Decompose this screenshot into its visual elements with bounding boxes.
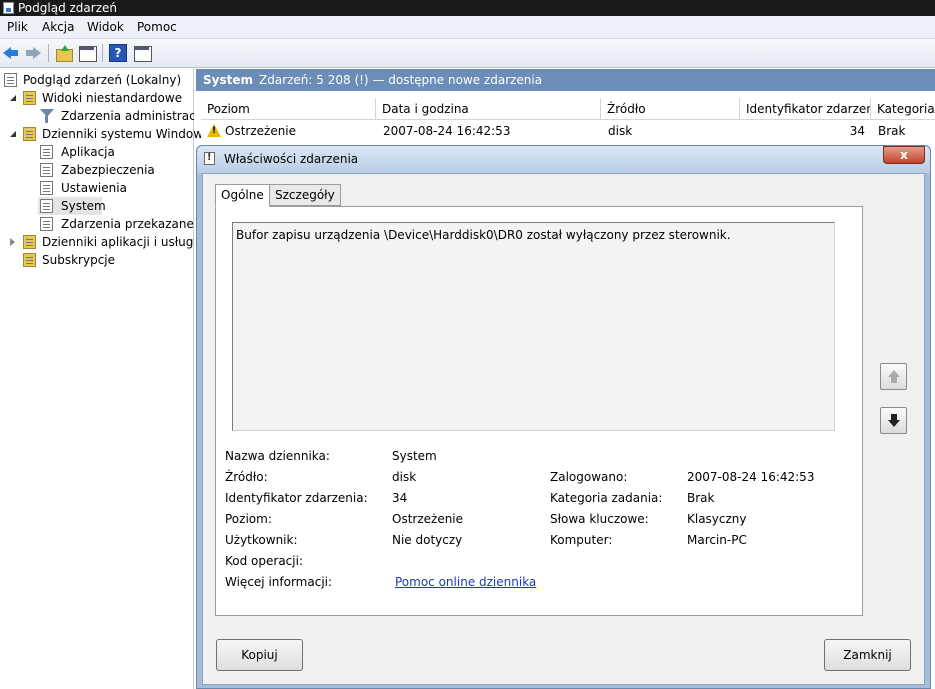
toolbar-separator xyxy=(102,44,103,62)
row-source: disk xyxy=(608,124,633,138)
previous-event-button[interactable] xyxy=(880,363,907,390)
expanded-arrow-icon[interactable] xyxy=(10,95,16,101)
tab-general[interactable]: Ogólne xyxy=(215,184,270,207)
subscriptions-icon xyxy=(23,253,36,267)
row-date: 2007-08-24 16:42:53 xyxy=(383,124,511,138)
table-row[interactable]: Ostrzeżenie 2007-08-24 16:42:53 disk 34 … xyxy=(201,121,935,141)
computer-value: Marcin-PC xyxy=(687,533,747,547)
level-label: Poziom: xyxy=(225,512,272,526)
menu-view[interactable]: Widok xyxy=(87,20,124,34)
tree-item-label: Zdarzenia administracyjne xyxy=(61,109,194,123)
tree-item-app-services-logs[interactable]: Dzienniki aplikacji i usług xyxy=(10,233,194,251)
event-description[interactable]: Bufor zapisu urządzenia \Device\Harddisk… xyxy=(232,222,835,431)
tree-item-system[interactable]: System xyxy=(38,197,106,215)
dialog-title-bar: Właściwości zdarzenia x xyxy=(197,146,930,173)
menu-action[interactable]: Akcja xyxy=(42,20,74,34)
column-header-source[interactable]: Źródło xyxy=(601,98,740,120)
column-header-task-category[interactable]: Kategoria zadania xyxy=(871,98,935,120)
menu-bar: Plik Akcja Widok Pomoc xyxy=(0,16,935,39)
log-event-count: Zdarzeń: 5 208 (!) — dostępne nowe zdarz… xyxy=(259,73,543,87)
tree-item-label: Subskrypcje xyxy=(42,253,116,267)
log-icon xyxy=(40,181,53,195)
online-help-link[interactable]: Pomoc online dziennika xyxy=(395,575,536,589)
close-button[interactable]: Zamknij xyxy=(824,639,911,671)
tree-item-windows-logs[interactable]: Dzienniki systemu Windows xyxy=(10,125,209,143)
event-id-label: Identyfikator zdarzenia: xyxy=(225,491,368,505)
navigation-tree: Podgląd zdarzeń (Lokalny) Widoki niestan… xyxy=(0,69,209,689)
tree-item-label: System xyxy=(61,199,106,213)
log-icon xyxy=(40,217,53,231)
user-value: Nie dotyczy xyxy=(392,533,463,547)
toolbar: ? xyxy=(0,39,935,68)
level-value: Ostrzeżenie xyxy=(392,512,464,526)
help-icon[interactable]: ? xyxy=(109,44,127,62)
dialog-title: Właściwości zdarzenia xyxy=(224,152,359,166)
show-hide-tree-icon[interactable] xyxy=(78,44,97,62)
event-properties-dialog: Właściwości zdarzenia x Ogólne Szczegóły… xyxy=(196,145,931,689)
collapsed-arrow-icon[interactable] xyxy=(10,238,15,246)
column-header-level[interactable]: Poziom xyxy=(201,98,376,120)
tree-item-label: Dzienniki aplikacji i usług xyxy=(42,235,194,249)
log-name-value: System xyxy=(392,449,437,463)
column-header-date[interactable]: Data i godzina xyxy=(376,98,601,120)
filter-icon xyxy=(40,109,54,123)
dialog-close-button[interactable]: x xyxy=(883,146,925,164)
task-category-value: Brak xyxy=(687,491,715,505)
toolbar-separator xyxy=(48,44,49,62)
event-id-value: 34 xyxy=(392,491,408,505)
tree-item-label: Zabezpieczenia xyxy=(61,163,155,177)
keywords-value: Klasyczny xyxy=(687,512,747,526)
dialog-body: Ogólne Szczegóły Bufor zapisu urządzenia… xyxy=(202,173,925,685)
log-icon xyxy=(40,145,53,159)
tree-item-label: Podgląd zdarzeń (Lokalny) xyxy=(23,73,182,87)
tree-item-admin-events[interactable]: Zdarzenia administracyjne xyxy=(40,107,194,125)
more-info-label: Więcej informacji: xyxy=(225,575,333,589)
tree-item-label: Zdarzenia przekazane xyxy=(61,217,194,231)
event-viewer-icon xyxy=(4,73,17,87)
back-arrow-icon[interactable] xyxy=(2,44,20,62)
tree-item-label: Widoki niestandardowe xyxy=(42,91,183,105)
table-header: Poziom Data i godzina Źródło Identyfikat… xyxy=(201,98,935,120)
folder-icon xyxy=(23,235,36,249)
computer-label: Komputer: xyxy=(550,533,613,547)
row-level: Ostrzeżenie xyxy=(225,124,297,138)
forward-arrow-icon[interactable] xyxy=(24,44,42,62)
folder-icon xyxy=(23,127,36,141)
menu-file[interactable]: Plik xyxy=(7,20,28,34)
logged-value: 2007-08-24 16:42:53 xyxy=(687,470,815,484)
tree-item-custom-views[interactable]: Widoki niestandardowe xyxy=(10,89,194,107)
source-value: disk xyxy=(392,470,417,484)
log-icon xyxy=(40,163,53,177)
task-category-label: Kategoria zadania: xyxy=(550,491,663,505)
general-tab-panel: Bufor zapisu urządzenia \Device\Harddisk… xyxy=(215,206,863,616)
menu-help[interactable]: Pomoc xyxy=(137,20,177,34)
source-label: Źródło: xyxy=(225,470,268,484)
event-viewer-icon xyxy=(3,2,14,14)
tree-item-label: Aplikacja xyxy=(61,145,115,159)
row-task-category: Brak xyxy=(878,124,906,138)
window-title-bar: Podgląd zdarzeń xyxy=(0,0,935,16)
event-properties-icon xyxy=(204,152,215,165)
log-header: System Zdarzeń: 5 208 (!) — dostępne now… xyxy=(196,69,935,91)
keywords-label: Słowa kluczowe: xyxy=(550,512,649,526)
log-name-label: Nazwa dziennika: xyxy=(225,449,330,463)
tree-item-label: Ustawienia xyxy=(61,181,127,195)
warning-icon xyxy=(207,124,221,137)
user-label: Użytkownik: xyxy=(225,533,298,547)
next-event-button[interactable] xyxy=(880,407,907,434)
logged-label: Zalogowano: xyxy=(550,470,628,484)
window-title: Podgląd zdarzeń xyxy=(18,1,117,15)
log-icon xyxy=(40,199,53,213)
tree-item-label: Dzienniki systemu Windows xyxy=(42,127,210,141)
tab-details[interactable]: Szczegóły xyxy=(269,184,341,206)
up-folder-icon[interactable] xyxy=(55,44,73,62)
copy-button[interactable]: Kopiuj xyxy=(216,639,303,671)
column-header-event-id[interactable]: Identyfikator zdarzenia xyxy=(740,98,871,120)
expanded-arrow-icon[interactable] xyxy=(10,131,16,137)
opcode-label: Kod operacji: xyxy=(225,554,303,568)
row-event-id: 34 xyxy=(849,124,865,138)
folder-icon xyxy=(23,91,36,105)
log-title: System xyxy=(203,73,253,87)
show-hide-action-pane-icon[interactable] xyxy=(133,44,152,62)
